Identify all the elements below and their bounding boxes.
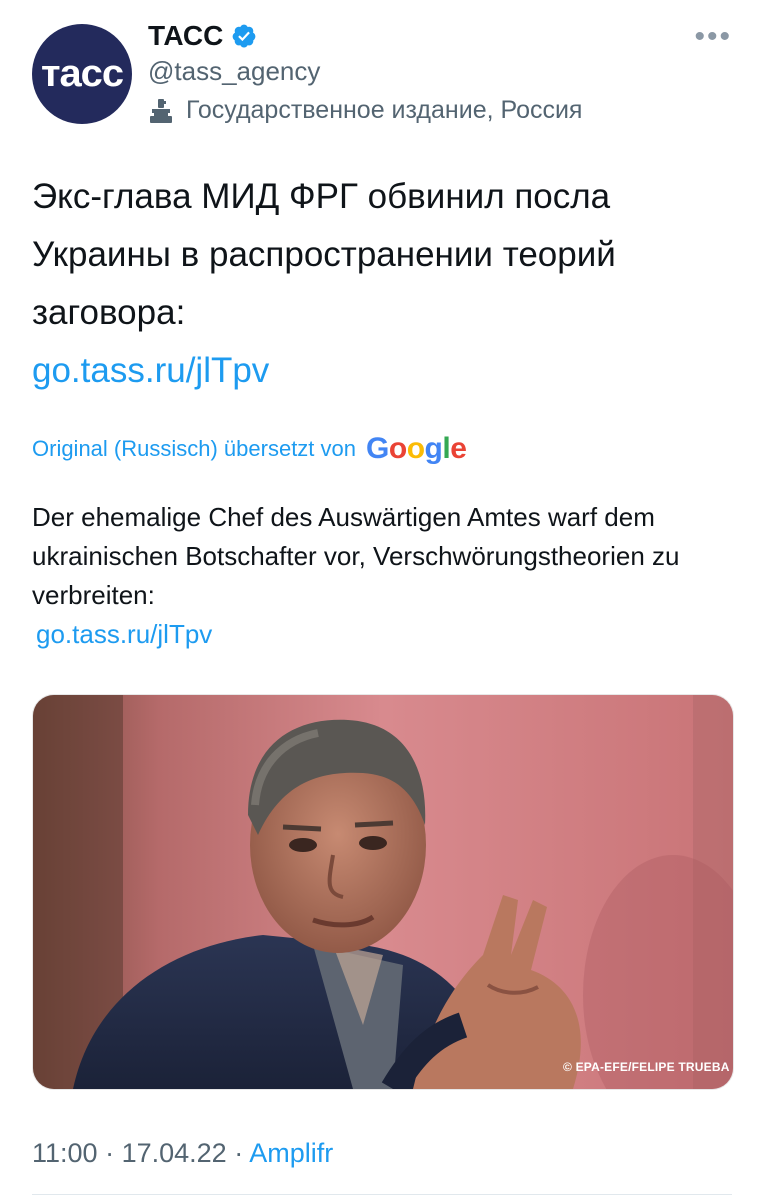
state-media-label[interactable]: Государственное издание, Россия xyxy=(148,96,582,125)
tweet-date[interactable]: 17.04.22 xyxy=(122,1138,227,1168)
state-media-label-text: Государственное издание, Россия xyxy=(186,96,583,124)
meta-separator: · xyxy=(105,1138,115,1168)
translation-label[interactable]: Original (Russisch) übersetzt von xyxy=(32,436,356,462)
more-options-icon[interactable]: ••• xyxy=(694,20,732,54)
translation-attribution: Original (Russisch) übersetzt von Google xyxy=(32,432,467,466)
verified-badge-icon xyxy=(232,24,256,48)
tweet-source[interactable]: Amplifr xyxy=(249,1138,333,1168)
google-logo: Google xyxy=(366,432,467,465)
tweet-time[interactable]: 11:00 xyxy=(32,1138,98,1168)
translated-link[interactable]: go.tass.ru/jlTpv xyxy=(32,615,732,654)
tweet-body: Экс-глава МИД ФРГ обвинил посла Украины … xyxy=(32,177,616,332)
photo-credit: © EPA-EFE/FELIPE TRUEBA xyxy=(563,1060,730,1074)
tweet-text: Экс-глава МИД ФРГ обвинил посла Украины … xyxy=(32,168,744,400)
author-handle[interactable]: @tass_agency xyxy=(148,56,320,87)
tweet-link[interactable]: go.tass.ru/jlTpv xyxy=(32,351,269,390)
meta-separator: · xyxy=(234,1138,244,1168)
tweet-metadata: 11:00 · 17.04.22 · Amplifr xyxy=(32,1138,333,1169)
author-name-row: ТАСС xyxy=(148,20,257,52)
divider xyxy=(32,1194,732,1195)
translated-text: Der ehemalige Chef des Auswärtigen Amtes… xyxy=(32,498,732,654)
photo-image: © EPA-EFE/FELIPE TRUEBA xyxy=(33,695,733,1089)
tweet-photo[interactable]: © EPA-EFE/FELIPE TRUEBA xyxy=(32,694,734,1090)
avatar[interactable]: тасс xyxy=(32,24,132,124)
author-name[interactable]: ТАСС xyxy=(148,20,223,52)
avatar-logo-text: тасс xyxy=(41,52,124,95)
podium-icon xyxy=(150,98,172,123)
translated-body: Der ehemalige Chef des Auswärtigen Amtes… xyxy=(32,502,680,610)
